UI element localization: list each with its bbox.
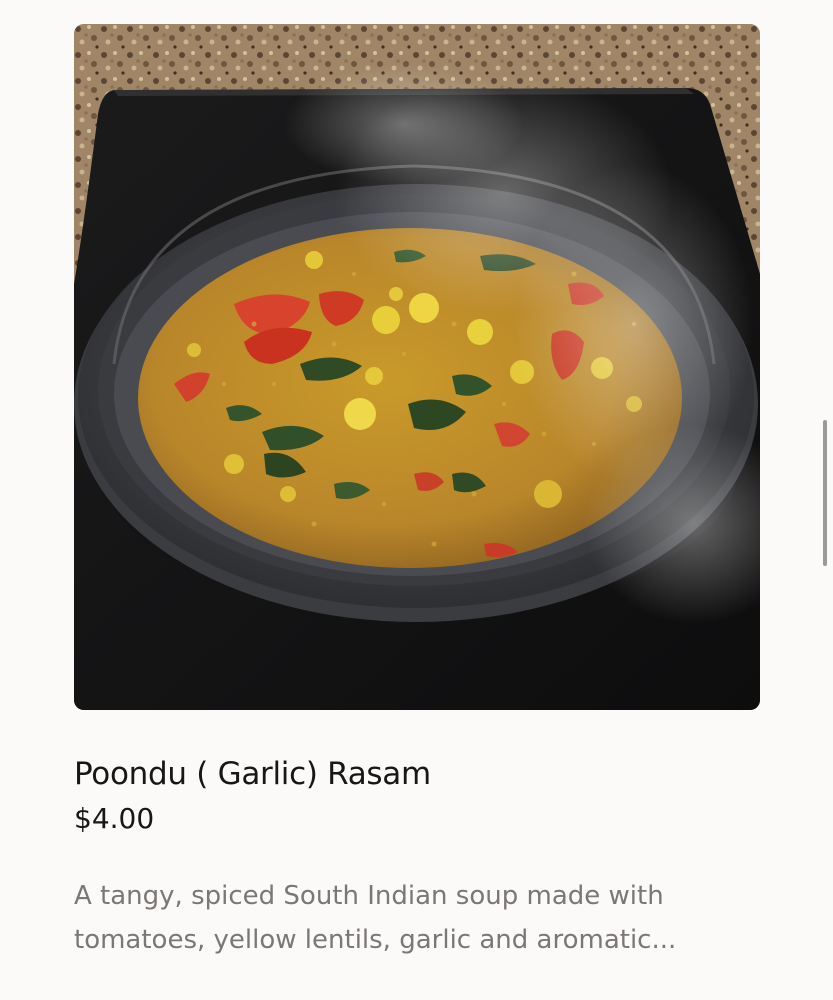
rasam-pan-illustration [74, 24, 760, 710]
product-title: Poondu ( Garlic) Rasam [74, 756, 431, 792]
product-image[interactable] [74, 24, 760, 710]
product-description-line-1: A tangy, spiced South Indian soup made w… [74, 881, 664, 911]
product-description: A tangy, spiced South Indian soup made w… [74, 874, 714, 962]
page: Poondu ( Garlic) Rasam $4.00 A tangy, sp… [0, 0, 833, 1000]
product-description-line-2: tomatoes, yellow lentils, garlic and aro… [74, 925, 677, 955]
product-price: $4.00 [74, 802, 155, 835]
vertical-scrollbar[interactable] [823, 420, 827, 566]
product-card[interactable]: Poondu ( Garlic) Rasam $4.00 A tangy, sp… [74, 24, 760, 962]
